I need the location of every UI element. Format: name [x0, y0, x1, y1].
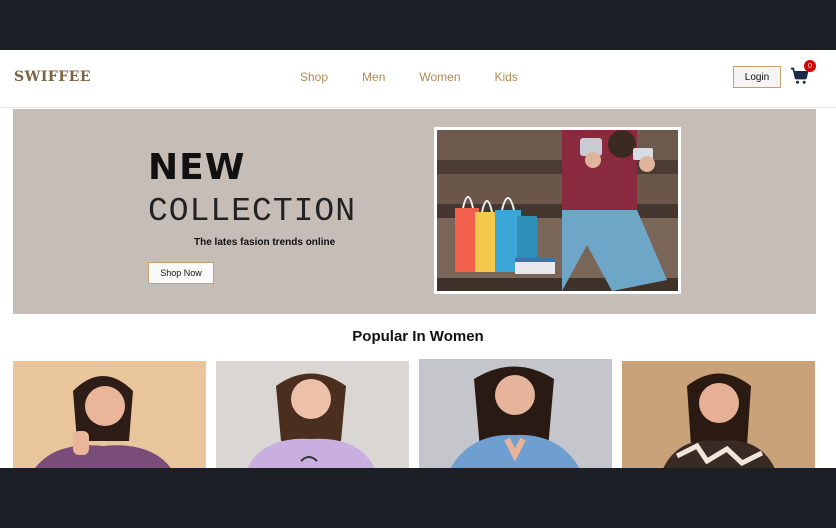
cart-button[interactable]: 0 — [790, 60, 816, 88]
product-image-4 — [622, 361, 815, 468]
browser-bottom-bar — [0, 468, 836, 528]
shop-now-button[interactable]: Shop Now — [148, 262, 214, 284]
browser-top-bar — [0, 0, 836, 50]
hero-title-collection: COLLECTION — [148, 193, 357, 230]
nav-item-women[interactable]: Women — [419, 70, 460, 84]
hero-title-new: NEW — [148, 147, 246, 188]
page: SWIFFEE Shop Men Women Kids Login 0 NEW … — [0, 50, 836, 468]
product-card-1[interactable] — [13, 361, 206, 468]
nav-item-shop[interactable]: Shop — [300, 70, 328, 84]
nav-item-kids[interactable]: Kids — [495, 70, 518, 84]
product-image-3 — [419, 359, 612, 468]
nav-item-men[interactable]: Men — [362, 70, 385, 84]
section-title: Popular In Women — [352, 328, 484, 345]
product-card-3[interactable] — [419, 359, 612, 468]
product-image-2 — [216, 361, 409, 468]
hero-banner: NEW COLLECTION The lates fasion trends o… — [13, 109, 816, 314]
cart-count-badge: 0 — [804, 60, 816, 72]
shopping-bags-photo — [437, 130, 678, 291]
brand-logo[interactable]: SWIFFEE — [14, 69, 91, 85]
site-header: SWIFFEE Shop Men Women Kids Login 0 — [0, 50, 836, 108]
main-nav: Shop Men Women Kids — [300, 70, 552, 84]
product-grid — [13, 359, 816, 468]
product-card-4[interactable] — [622, 361, 815, 468]
hero-image — [434, 127, 681, 294]
hero-subtitle: The lates fasion trends online — [194, 237, 336, 248]
login-button[interactable]: Login — [733, 66, 781, 88]
product-image-1 — [13, 361, 206, 468]
product-card-2[interactable] — [216, 361, 409, 468]
